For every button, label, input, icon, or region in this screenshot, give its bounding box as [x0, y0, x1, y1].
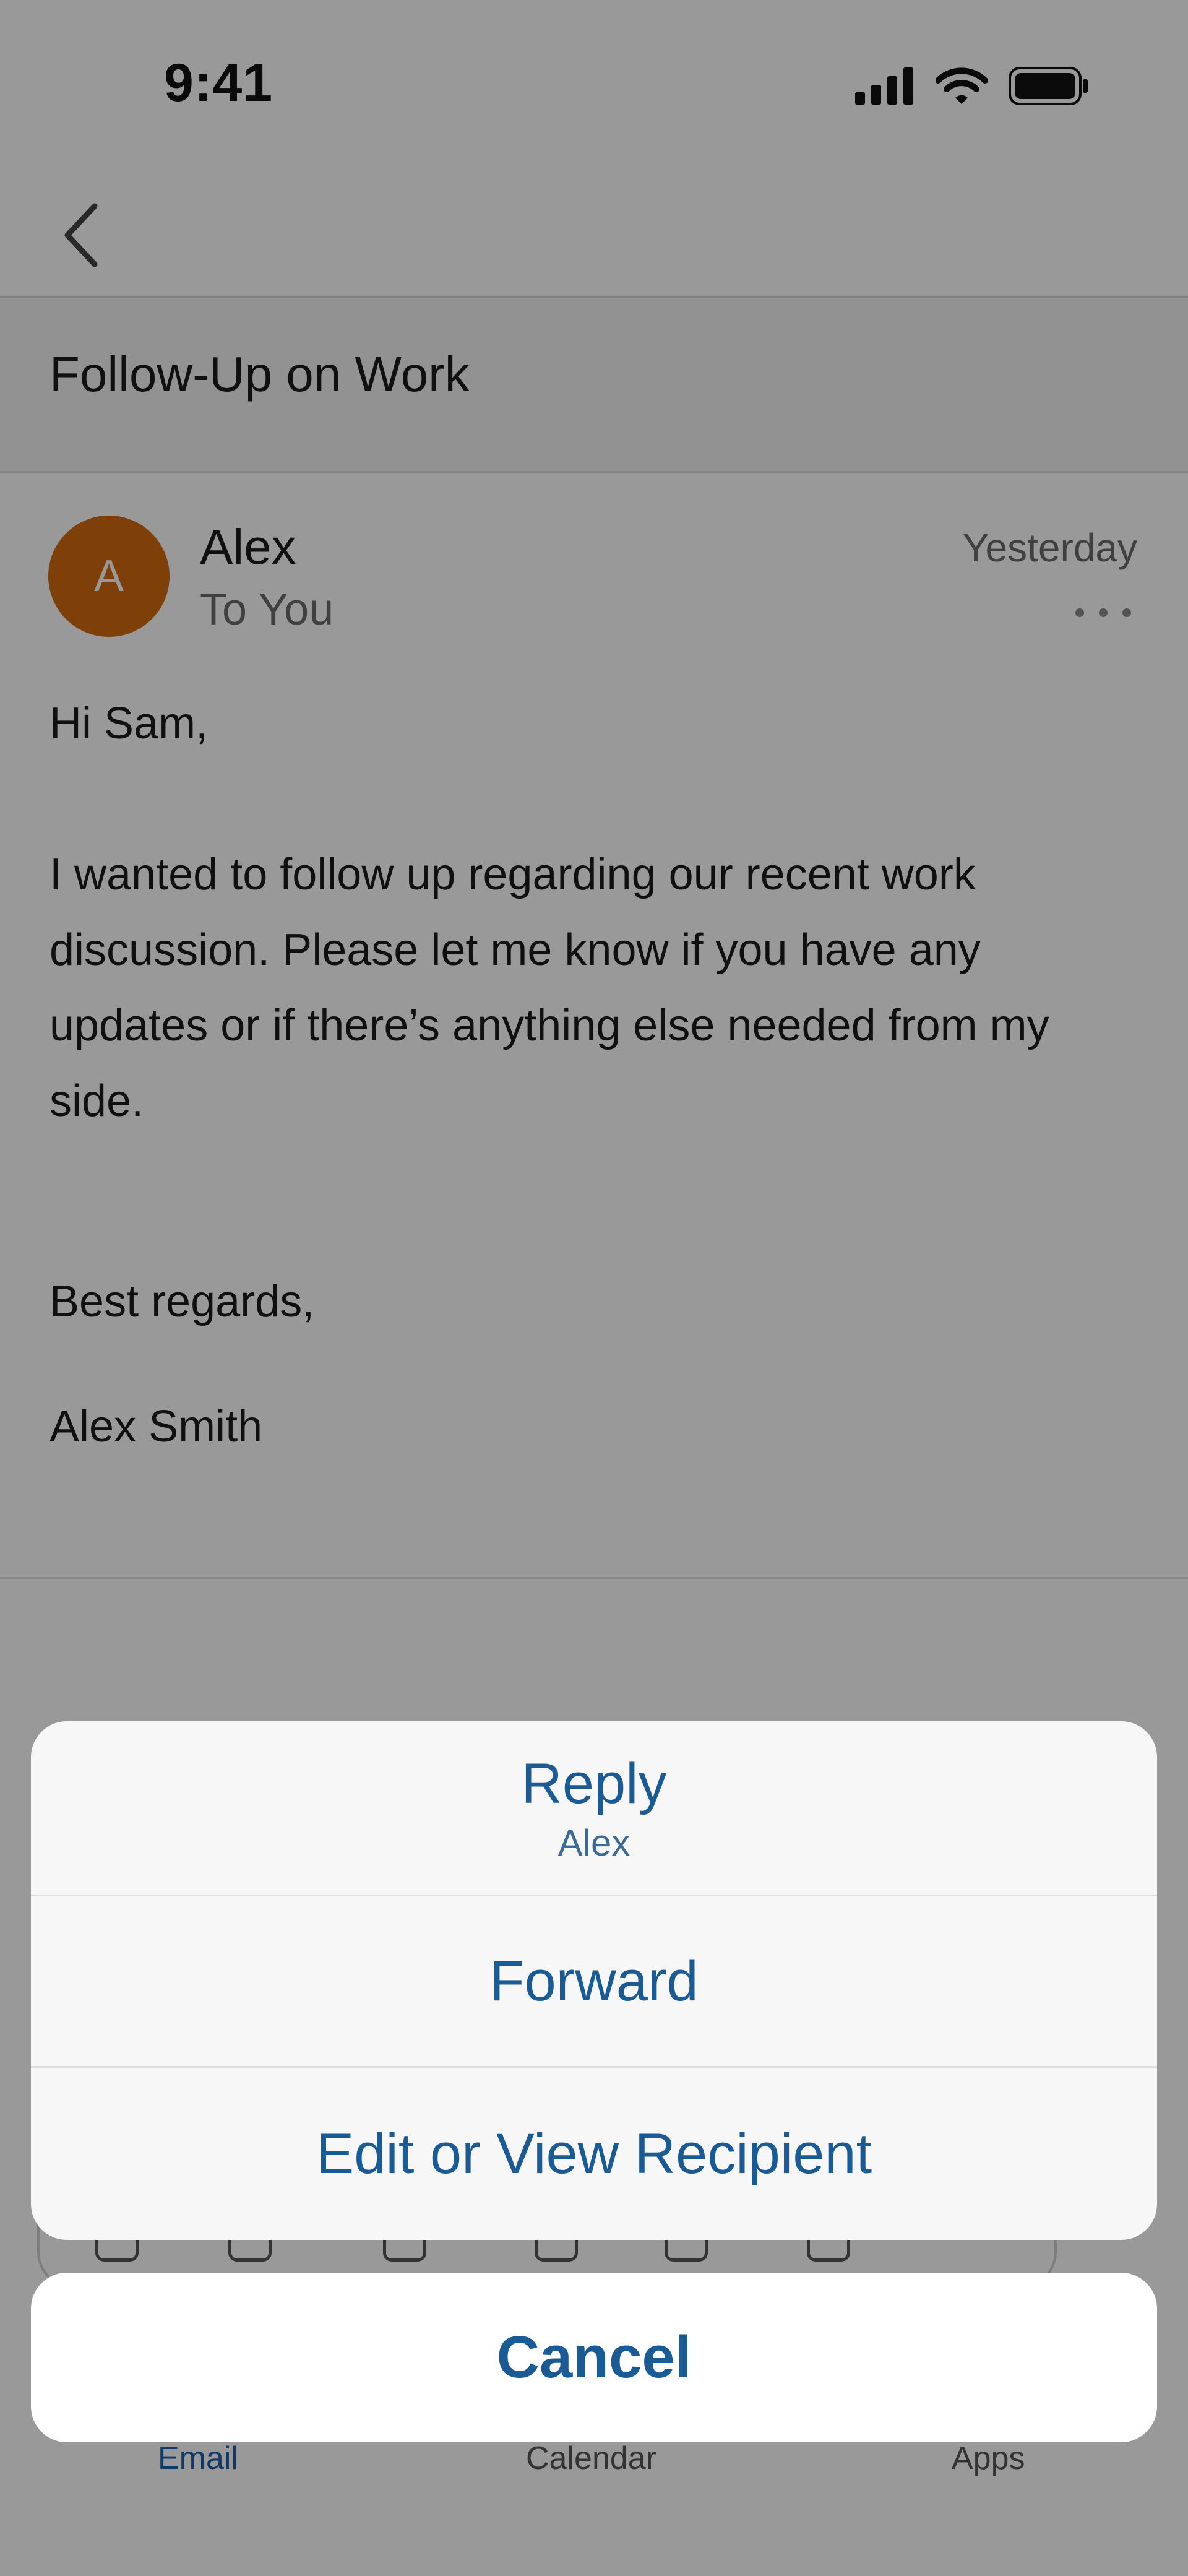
action-sheet: Reply Alex Forward Edit or View Recipien…	[31, 1721, 1157, 2240]
reply-label: Reply	[521, 1752, 667, 1815]
edit-recipient-label: Edit or View Recipient	[316, 2122, 872, 2185]
edit-recipient-button[interactable]: Edit or View Recipient	[31, 2068, 1157, 2240]
cancel-button[interactable]: Cancel	[31, 2273, 1157, 2442]
forward-button[interactable]: Forward	[31, 1896, 1157, 2066]
email-screen: 9:41 Follow-Up on Work A Alex To You Yes…	[0, 0, 1188, 2576]
cancel-label: Cancel	[496, 2324, 692, 2390]
reply-recipient: Alex	[557, 1822, 631, 1864]
reply-button[interactable]: Reply Alex	[31, 1721, 1157, 1895]
forward-label: Forward	[489, 1949, 699, 2013]
